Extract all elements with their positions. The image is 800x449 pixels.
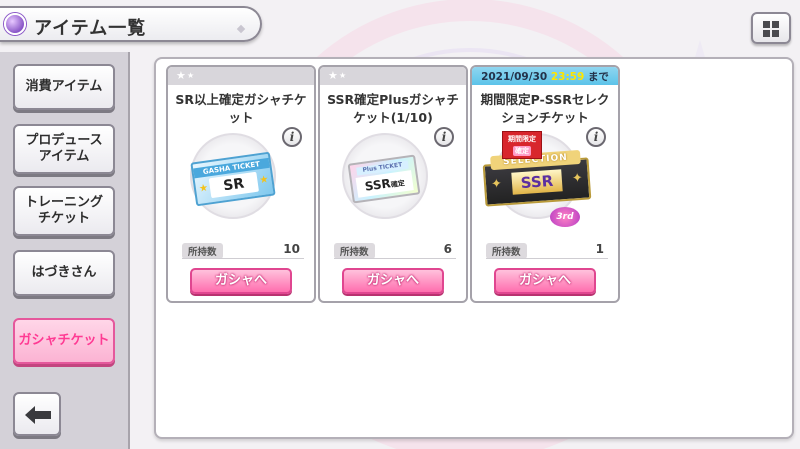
sidebar-item-label: ガシャチケット <box>18 333 110 349</box>
limited-tag: 期間限定 確定 <box>502 131 542 159</box>
item-name: SR以上確定ガシャチケット <box>175 92 307 126</box>
star-icon: ★ <box>176 69 186 82</box>
star-icon: ★ <box>258 174 270 187</box>
divider <box>182 258 304 259</box>
sidebar-item-label: はづきさん <box>31 265 97 281</box>
wing-icon: ✦ <box>571 170 584 187</box>
sidebar-item-label: 消費アイテム <box>25 79 103 95</box>
sidebar-item-training-tickets[interactable]: トレーニング チケット <box>13 186 115 236</box>
owned-count-value: 1 <box>595 242 604 256</box>
info-icon[interactable]: i <box>282 127 302 147</box>
star-icon: ★ <box>339 71 347 80</box>
owned-count-row: 所持数 1 <box>486 242 608 259</box>
deadline-text: 2021/09/30 23:59 まで <box>472 69 618 84</box>
item-name: SSR確定Plusガシャチケット(1/10) <box>327 92 459 126</box>
go-to-gacha-button[interactable]: ガシャへ <box>342 268 444 294</box>
divider <box>486 258 608 259</box>
wing-icon: ✦ <box>490 176 503 193</box>
ticket-rank-suffix: 確定 <box>390 179 406 190</box>
card-header-strip: ★ ★ <box>320 67 466 85</box>
go-to-gacha-button[interactable]: ガシャへ <box>190 268 292 294</box>
sparkle-icon <box>236 24 246 34</box>
anniversary-badge: 3rd <box>550 207 580 227</box>
sidebar-item-hazuki[interactable]: はづきさん <box>13 250 115 296</box>
sidebar-item-consumables[interactable]: 消費アイテム <box>13 64 115 110</box>
card-header-strip: ★ ★ <box>168 67 314 85</box>
deadline-strip: 2021/09/30 23:59 まで <box>472 67 618 85</box>
info-icon[interactable]: i <box>434 127 454 147</box>
deadline-date: 2021/09/30 <box>481 71 548 83</box>
sidebar-item-label: トレーニング チケット <box>24 195 103 226</box>
deadline-suffix: まで <box>587 71 609 83</box>
go-to-gacha-button[interactable]: ガシャへ <box>494 268 596 294</box>
owned-count-value: 10 <box>283 242 300 256</box>
back-arrow-icon <box>25 406 51 424</box>
sidebar-item-label: プロデュース アイテム <box>25 133 103 164</box>
deadline-time: 23:59 <box>550 71 585 83</box>
page-title: アイテム一覧 <box>34 18 147 39</box>
owned-count-row: 所持数 6 <box>334 242 456 259</box>
ticket-card: ★ ★ SSR確定Plusガシャチケット(1/10) i Plus TICKET… <box>318 65 468 303</box>
owned-count-row: 所持数 10 <box>182 242 304 259</box>
ticket-rank-text: SSR <box>363 176 392 194</box>
ticket-rank: SSR <box>511 169 563 195</box>
screen-header: アイテム一覧 <box>0 6 262 42</box>
owned-count-value: 6 <box>443 242 452 256</box>
sidebar-item-gacha-tickets[interactable]: ガシャチケット <box>13 318 115 364</box>
info-icon[interactable]: i <box>586 127 606 147</box>
sidebar-item-produce-items[interactable]: プロデュース アイテム <box>13 124 115 174</box>
ticket-card: 2021/09/30 23:59 まで 期間限定P-SSRセレクションチケット … <box>470 65 620 303</box>
ticket-rank: SR <box>208 171 259 199</box>
limited-tag-line1: 期間限定 <box>508 135 536 143</box>
grid-view-button[interactable] <box>751 12 791 44</box>
ticket-card: ★ ★ SR以上確定ガシャチケット i GASHA TICKET ★ SR ★ … <box>166 65 316 303</box>
item-name: 期間限定P-SSRセレクションチケット <box>480 92 610 126</box>
owned-count-label: 所持数 <box>334 243 375 259</box>
star-icon: ★ <box>187 71 195 80</box>
star-icon: ★ <box>328 69 338 82</box>
divider <box>334 258 456 259</box>
category-sidebar: 消費アイテム プロデュース アイテム トレーニング チケット はづきさん ガシャ… <box>0 52 130 449</box>
item-list-icon <box>4 13 26 35</box>
limited-tag-line2: 確定 <box>513 146 531 156</box>
selection-ticket-image: SELECTION ✦ SSR ✦ <box>482 149 592 207</box>
back-button[interactable] <box>13 392 61 436</box>
star-icon: ★ <box>198 182 209 195</box>
owned-count-label: 所持数 <box>182 243 223 259</box>
owned-count-label: 所持数 <box>486 243 527 259</box>
